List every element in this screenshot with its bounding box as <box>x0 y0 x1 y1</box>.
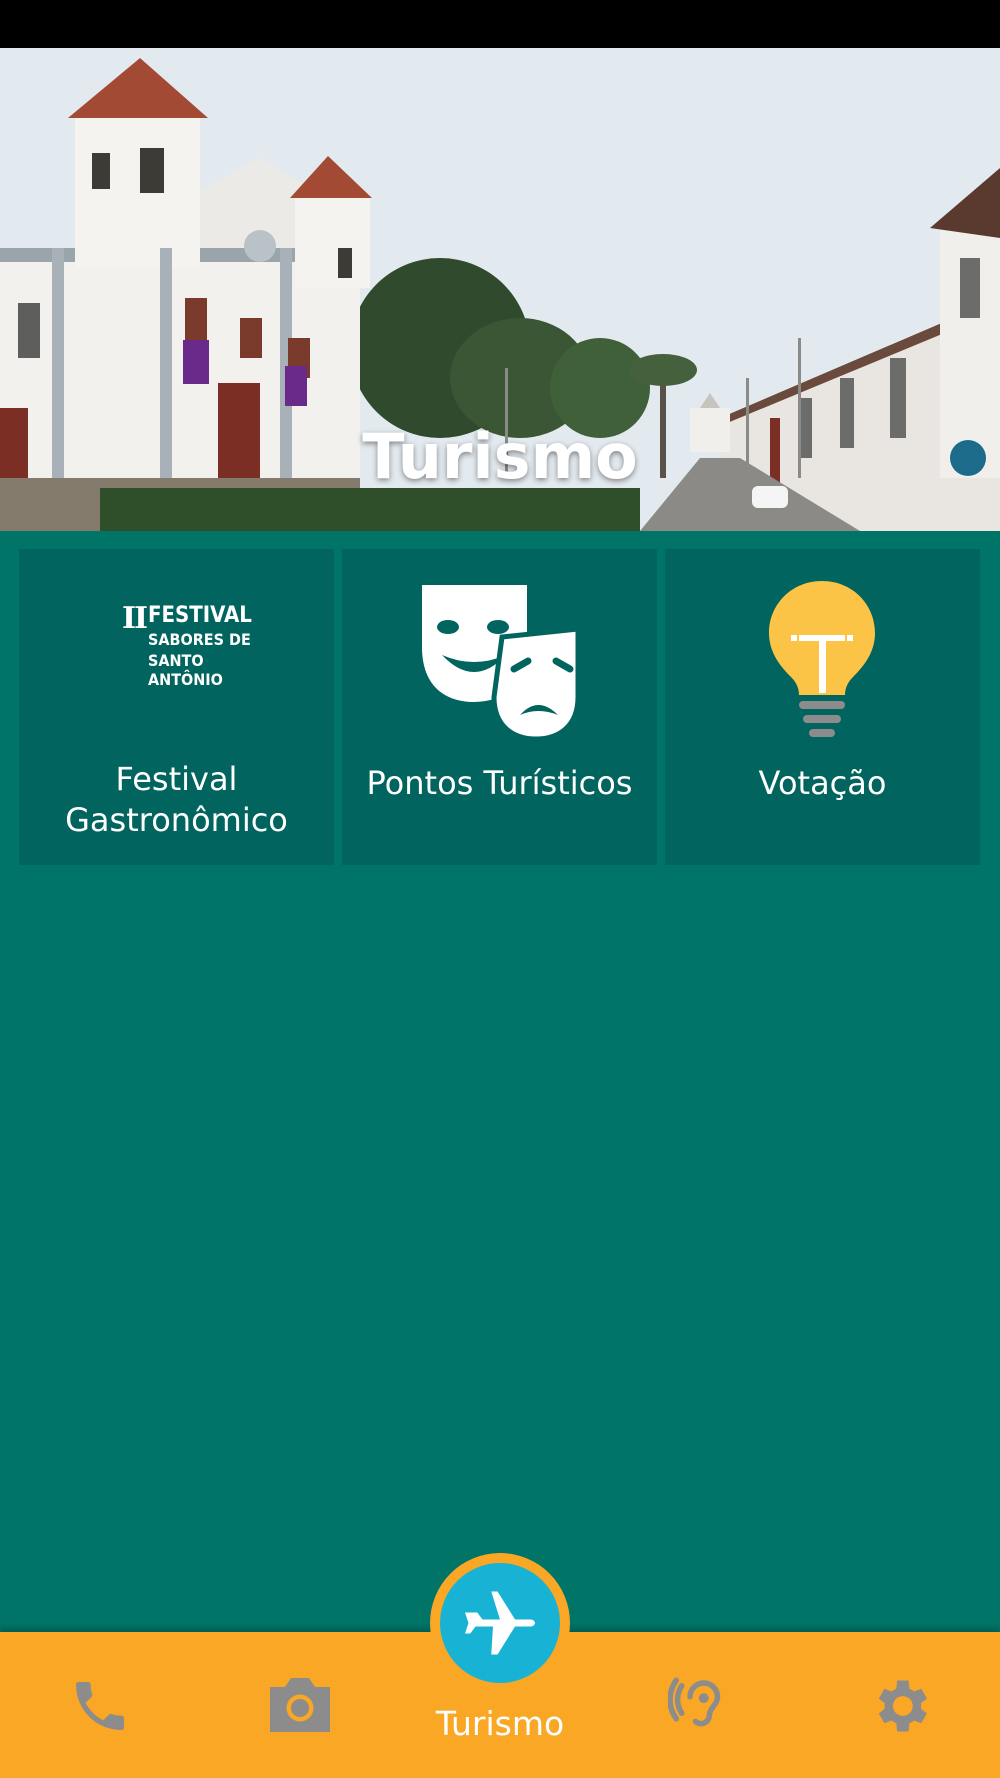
nav-item-phone[interactable] <box>40 1632 160 1778</box>
hearing-icon <box>668 1677 721 1727</box>
tile-label: Votação <box>758 764 887 802</box>
tile-votacao[interactable]: Votação <box>665 549 980 865</box>
tile-label: Festival Gastronômico <box>65 760 288 839</box>
airplane-icon <box>465 1591 535 1655</box>
tile-pontos-turisticos[interactable]: Pontos Turísticos <box>342 549 657 865</box>
nav-label-turismo[interactable]: Turismo <box>400 1704 600 1743</box>
nav-item-camera[interactable] <box>240 1632 360 1778</box>
gear-icon <box>878 1680 927 1732</box>
camera-icon <box>270 1678 330 1732</box>
tile-festival-gastronomico[interactable]: II FESTIVAL SABORES DE SANTO ANTÔNIO Fes… <box>19 549 334 865</box>
hero-divider <box>0 531 1000 549</box>
nav-item-hearing[interactable] <box>640 1632 760 1778</box>
nav-item-turismo[interactable] <box>440 1563 560 1683</box>
theater-masks-icon <box>422 585 581 737</box>
tile-label: Pontos Turísticos <box>366 764 633 802</box>
festival-logo: II FESTIVAL SABORES DE SANTO ANTÔNIO <box>122 601 252 689</box>
lightbulb-icon <box>769 581 875 737</box>
status-bar <box>0 0 1000 48</box>
page-title: Turismo <box>362 420 638 493</box>
nav-item-settings[interactable] <box>840 1632 960 1778</box>
hero-banner: Turismo <box>0 48 1000 531</box>
phone-icon <box>76 1682 124 1730</box>
